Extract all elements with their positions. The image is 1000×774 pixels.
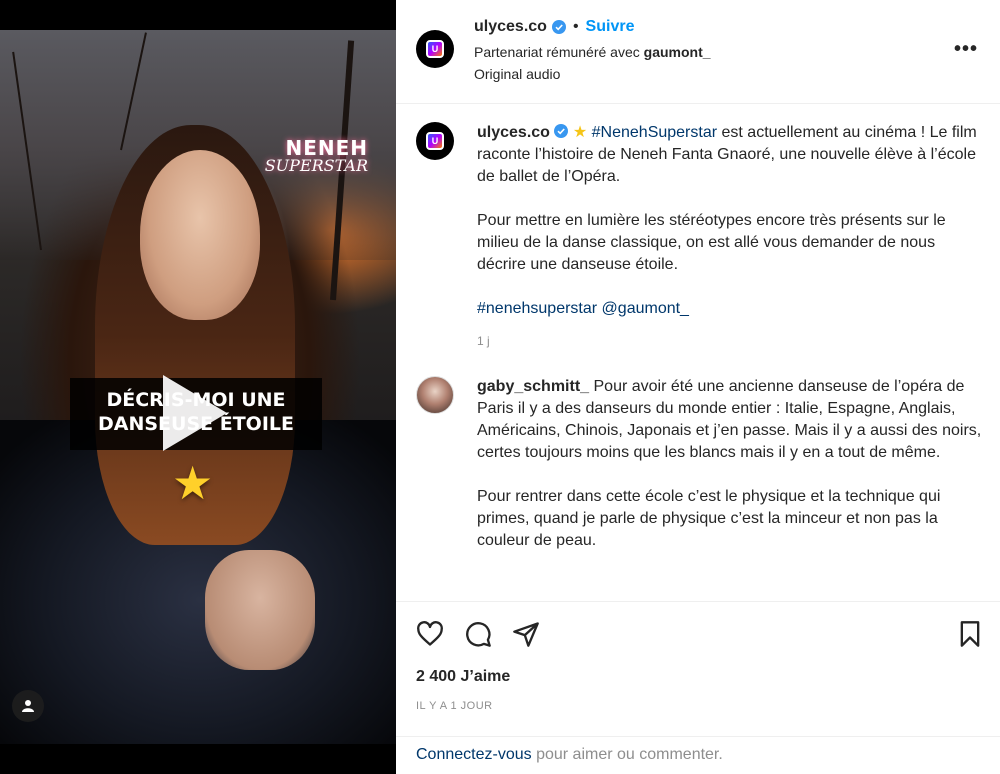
hashtag-link[interactable]: #NenehSuperstar bbox=[592, 124, 717, 141]
action-bar bbox=[396, 604, 1000, 664]
comment-bubble-icon[interactable] bbox=[464, 620, 492, 648]
logo-line-2: SUPERSTAR bbox=[264, 156, 368, 175]
post-details-panel: U ulyces.co • Suivre Partenariat rémunér… bbox=[396, 0, 1000, 774]
commenter-username[interactable]: gaby_schmitt_ bbox=[477, 378, 589, 395]
post-caption: U ulyces.co ★ #NenehSuperstar est actuel… bbox=[416, 122, 986, 372]
follow-button[interactable]: Suivre bbox=[586, 18, 635, 36]
caption-text: ulyces.co ★ #NenehSuperstar est actuelle… bbox=[477, 122, 987, 352]
partner-link[interactable]: gaumont_ bbox=[644, 44, 711, 60]
caption-author[interactable]: ulyces.co bbox=[477, 124, 550, 141]
mention-link[interactable]: @gaumont_ bbox=[602, 300, 689, 317]
instagram-post-modal: NENEH SUPERSTAR DÉCRIS-MOI UNE DANSEUSE … bbox=[0, 0, 1000, 774]
post-date[interactable]: IL Y A 1 JOUR bbox=[416, 700, 493, 712]
header-user-line: ulyces.co • Suivre bbox=[474, 18, 634, 36]
verified-badge-icon bbox=[554, 124, 569, 138]
logo-line-1: NENEH bbox=[285, 136, 368, 160]
person-icon bbox=[22, 700, 34, 712]
person-hands bbox=[205, 550, 315, 670]
comment-paragraph-2: Pour rentrer dans cette école c’est le p… bbox=[477, 488, 941, 549]
save-bookmark-icon[interactable] bbox=[956, 620, 984, 648]
media-panel: NENEH SUPERSTAR DÉCRIS-MOI UNE DANSEUSE … bbox=[0, 0, 396, 774]
ulyces-logo-icon: U bbox=[426, 132, 444, 150]
author-avatar[interactable]: U bbox=[416, 30, 454, 68]
caption-timestamp[interactable]: 1 j bbox=[477, 330, 987, 352]
login-prompt-text: pour aimer ou commenter. bbox=[531, 746, 723, 763]
caption-tags: #nenehsuperstar @gaumont_ bbox=[477, 298, 987, 320]
like-heart-icon[interactable] bbox=[416, 620, 444, 648]
play-icon[interactable] bbox=[163, 375, 227, 451]
neneh-superstar-logo: NENEH SUPERSTAR bbox=[265, 138, 368, 174]
caption-paragraph-2: Pour mettre en lumière les stéréotypes e… bbox=[477, 212, 946, 273]
commenter-avatar[interactable] bbox=[416, 376, 454, 414]
caption-paragraph-1: est actuellement au cinéma ! Le film rac… bbox=[477, 124, 977, 185]
post-header: U ulyces.co • Suivre Partenariat rémunér… bbox=[396, 0, 1000, 104]
share-send-icon[interactable] bbox=[512, 620, 540, 648]
comments-area: U ulyces.co ★ #NenehSuperstar est actuel… bbox=[396, 104, 1000, 602]
comment-text: gaby_schmitt_ Pour avoir été une ancienn… bbox=[477, 376, 987, 552]
likes-count[interactable]: 2 400 J’aime bbox=[416, 668, 510, 686]
tagged-user-icon[interactable] bbox=[12, 690, 44, 722]
verified-badge-icon bbox=[551, 20, 566, 34]
audio-link[interactable]: Original audio bbox=[474, 66, 560, 82]
author-username[interactable]: ulyces.co bbox=[474, 18, 547, 36]
partnership-line: Partenariat rémunéré avec gaumont_ bbox=[474, 44, 711, 60]
video-player[interactable]: NENEH SUPERSTAR DÉCRIS-MOI UNE DANSEUSE … bbox=[0, 30, 396, 744]
caption-author-avatar[interactable]: U bbox=[416, 122, 454, 160]
star-icon: ★ bbox=[172, 457, 214, 509]
partnership-prefix: Partenariat rémunéré avec bbox=[474, 44, 640, 60]
login-link[interactable]: Connectez-vous bbox=[416, 746, 532, 763]
login-footer: Connectez-vous pour aimer ou commenter. bbox=[396, 736, 1000, 774]
login-prompt: Connectez-vous pour aimer ou commenter. bbox=[416, 746, 723, 764]
hashtag-link[interactable]: #nenehsuperstar bbox=[477, 300, 597, 317]
comment-item: gaby_schmitt_ Pour avoir été une ancienn… bbox=[416, 376, 987, 601]
star-emoji-icon: ★ bbox=[572, 124, 588, 141]
ulyces-logo-icon: U bbox=[426, 40, 444, 58]
more-options-icon[interactable]: ••• bbox=[954, 38, 978, 61]
separator-dot: • bbox=[572, 18, 579, 35]
person-face bbox=[140, 150, 260, 320]
